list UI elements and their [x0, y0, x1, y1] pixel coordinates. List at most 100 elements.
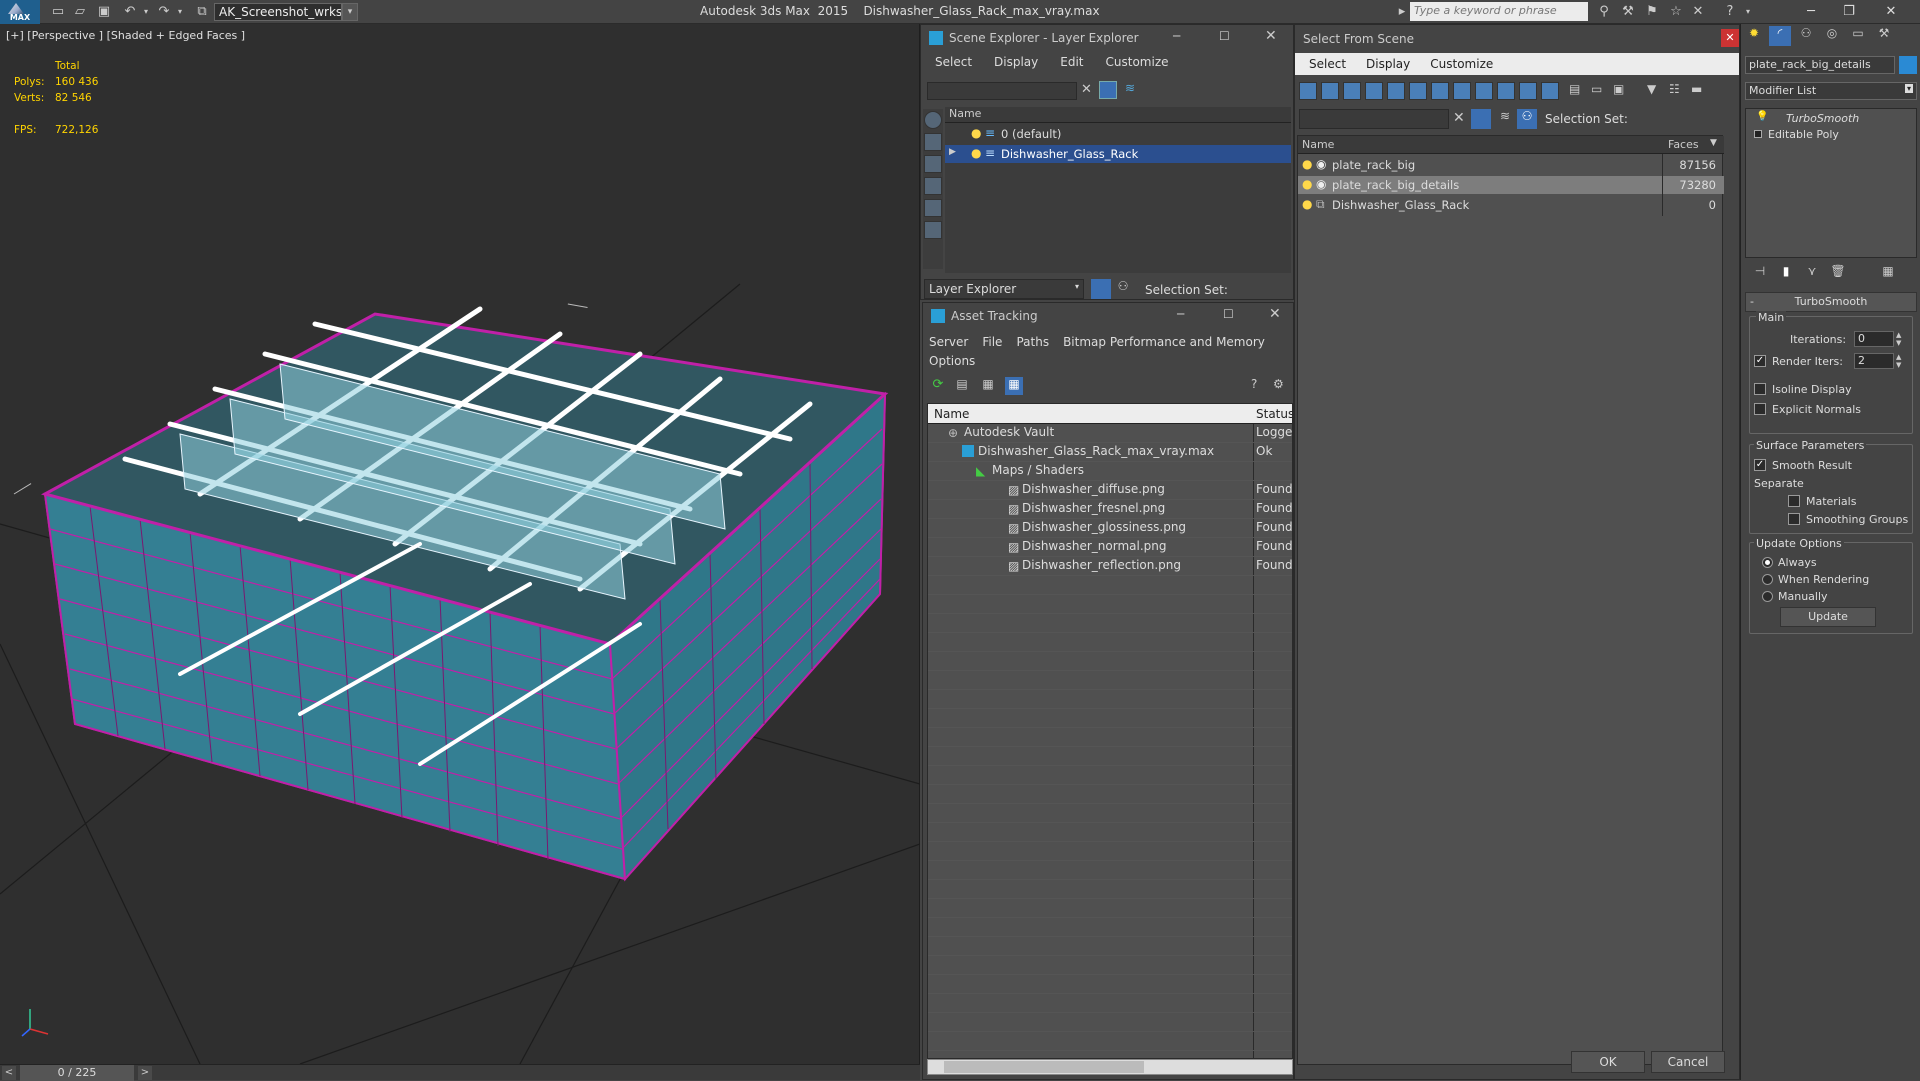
always-radio[interactable]: [1762, 557, 1773, 568]
binoculars-icon[interactable]: ⚲: [1596, 4, 1612, 20]
light-bulb-icon[interactable]: ●: [971, 126, 981, 140]
at-settings-icon[interactable]: ⚙: [1273, 377, 1284, 391]
render-iters-spinner-arrows[interactable]: ▲ ▼: [1896, 353, 1901, 369]
stack-item-turbosmooth[interactable]: TurboSmooth: [1786, 112, 1859, 125]
time-slider-thumb[interactable]: 0 / 225: [20, 1065, 134, 1081]
sort-arrow-icon[interactable]: ▼: [1710, 138, 1717, 148]
render-iters-checkbox[interactable]: ✓: [1754, 355, 1766, 367]
at-menu-server[interactable]: Server: [929, 335, 968, 349]
sfs-column-name[interactable]: Name: [1302, 138, 1334, 151]
project-folder-icon[interactable]: ⧉: [194, 4, 210, 20]
make-unique-icon[interactable]: ⋎: [1803, 264, 1821, 286]
sfs-clear-search-icon[interactable]: ✕: [1453, 110, 1465, 126]
stack-item-editable-poly[interactable]: Editable Poly: [1768, 128, 1839, 141]
object-color-swatch[interactable]: [1899, 56, 1917, 74]
tools-icon[interactable]: ⚒: [1620, 4, 1636, 20]
list-item[interactable]: ● ◉ plate_rack_big 87156: [1298, 156, 1724, 174]
undo-dropdown-icon[interactable]: ▾: [138, 4, 154, 20]
sfs-menu-customize[interactable]: Customize: [1430, 57, 1493, 71]
display-tab-icon[interactable]: ▭: [1847, 26, 1869, 46]
sfs-hierarchy-icon[interactable]: ⚇: [1517, 109, 1537, 129]
scene-explorer-close-icon[interactable]: ✕: [1265, 28, 1277, 44]
subscription-icon[interactable]: ⚑: [1644, 4, 1660, 20]
at-menu-options[interactable]: Options: [929, 354, 975, 368]
light-bulb-icon[interactable]: ●: [971, 146, 981, 160]
se-layer-row-selected[interactable]: ▶ ● ≡ Dishwasher_Glass_Rack: [945, 145, 1291, 163]
refresh-icon[interactable]: ⟳: [929, 377, 947, 395]
se-layer-row[interactable]: ● ≡ 0 (default): [945, 125, 1291, 143]
turbosmooth-rollout-header[interactable]: - TurboSmooth: [1745, 292, 1917, 312]
thumbnail-view-icon[interactable]: ▦: [979, 377, 997, 395]
sfs-frozen-filter-icon[interactable]: [1519, 82, 1537, 100]
modify-tab-icon[interactable]: ◜: [1769, 26, 1791, 46]
smooth-result-checkbox[interactable]: ✓: [1754, 459, 1766, 471]
materials-checkbox[interactable]: [1788, 495, 1800, 507]
sfs-hidden-filter-icon[interactable]: [1541, 82, 1559, 100]
smoothing-groups-checkbox[interactable]: [1788, 513, 1800, 525]
at-close-icon[interactable]: ✕: [1269, 306, 1281, 322]
time-next-icon[interactable]: >: [138, 1066, 152, 1080]
table-row[interactable]: ▨ Dishwasher_fresnel.png Found: [928, 500, 1292, 519]
motion-tab-icon[interactable]: ◎: [1821, 26, 1843, 46]
list-item-highlighted[interactable]: ● ◉ plate_rack_big_details 73280: [1298, 176, 1724, 194]
table-row[interactable]: ▨ Dishwasher_reflection.png Found: [928, 557, 1292, 576]
se-menu-display[interactable]: Display: [994, 55, 1038, 69]
table-row[interactable]: ◣ Maps / Shaders: [928, 462, 1292, 481]
favorites-icon[interactable]: ☆: [1668, 4, 1684, 20]
new-file-icon[interactable]: ▭: [50, 4, 66, 20]
se-menu-edit[interactable]: Edit: [1060, 55, 1083, 69]
utilities-tab-icon[interactable]: ⚒: [1873, 26, 1895, 46]
table-row[interactable]: Dishwasher_Glass_Rack_max_vray.max Ok: [928, 443, 1292, 462]
sfs-helpers-filter-icon[interactable]: [1387, 82, 1405, 100]
time-slider[interactable]: < 0 / 225 >: [0, 1064, 920, 1081]
time-prev-icon[interactable]: <: [2, 1066, 16, 1080]
undo-icon[interactable]: ↶: [122, 4, 138, 20]
open-file-icon[interactable]: ▱: [72, 4, 88, 20]
sfs-shapes-filter-icon[interactable]: [1321, 82, 1339, 100]
se-clear-search-icon[interactable]: ✕: [1081, 82, 1092, 97]
sfs-groups-filter-icon[interactable]: [1431, 82, 1449, 100]
keyword-search-input[interactable]: Type a keyword or phrase: [1410, 2, 1588, 21]
cancel-button[interactable]: Cancel: [1651, 1051, 1725, 1073]
se-display-helpers-icon[interactable]: [924, 199, 942, 217]
sfs-display-none-icon[interactable]: ▭: [1591, 82, 1607, 100]
light-bulb-icon[interactable]: ●: [1302, 197, 1312, 211]
update-button[interactable]: Update: [1780, 607, 1876, 627]
table-row[interactable]: ▨ Dishwasher_normal.png Found: [928, 538, 1292, 557]
at-minimize-icon[interactable]: ─: [1177, 307, 1184, 321]
help-icon[interactable]: ?: [1722, 4, 1738, 20]
se-explorer-dropdown[interactable]: Layer Explorer ▾: [924, 279, 1084, 299]
at-horizontal-scrollbar[interactable]: [927, 1059, 1293, 1075]
sfs-cameras-filter-icon[interactable]: [1365, 82, 1383, 100]
isoline-checkbox[interactable]: [1754, 383, 1766, 395]
at-menu-bitmap[interactable]: Bitmap Performance and Memory: [1063, 335, 1265, 349]
ok-button[interactable]: OK: [1571, 1051, 1645, 1073]
se-filter-icon[interactable]: [1099, 81, 1117, 99]
remove-modifier-icon[interactable]: 🗑: [1829, 264, 1847, 286]
expand-arrow-icon[interactable]: ▶: [949, 147, 956, 157]
table-row[interactable]: ▨ Dishwasher_diffuse.png Found: [928, 481, 1292, 500]
modifier-list-dropdown[interactable]: Modifier List ▾: [1745, 82, 1917, 100]
object-name-field[interactable]: plate_rack_big_details: [1745, 56, 1895, 74]
sfs-filter-toggle-icon[interactable]: [1471, 109, 1491, 129]
sfs-menu-display[interactable]: Display: [1366, 57, 1410, 71]
se-display-cameras-icon[interactable]: [924, 177, 942, 195]
sfs-lights-filter-icon[interactable]: [1343, 82, 1361, 100]
communication-icon[interactable]: ✕: [1690, 4, 1706, 20]
sfs-column-faces[interactable]: Faces: [1668, 138, 1699, 151]
sfs-search-input[interactable]: [1299, 109, 1449, 129]
se-menu-select[interactable]: Select: [935, 55, 972, 69]
se-column-name[interactable]: Name: [945, 107, 1291, 123]
sfs-xrefs-filter-icon[interactable]: [1453, 82, 1471, 100]
at-menu-paths[interactable]: Paths: [1016, 335, 1049, 349]
render-iters-spinner[interactable]: 2: [1854, 353, 1894, 369]
hierarchy-tab-icon[interactable]: ⚇: [1795, 26, 1817, 46]
workspace-dropdown-icon[interactable]: ▾: [342, 3, 358, 21]
sfs-geometry-filter-icon[interactable]: [1299, 82, 1317, 100]
manually-radio[interactable]: [1762, 591, 1773, 602]
show-end-result-icon[interactable]: ▮: [1777, 264, 1795, 286]
app-logo[interactable]: MAX: [0, 0, 40, 24]
at-menu-file[interactable]: File: [982, 335, 1002, 349]
modifier-enable-icon[interactable]: 💡: [1756, 111, 1768, 122]
when-rendering-radio[interactable]: [1762, 574, 1773, 585]
